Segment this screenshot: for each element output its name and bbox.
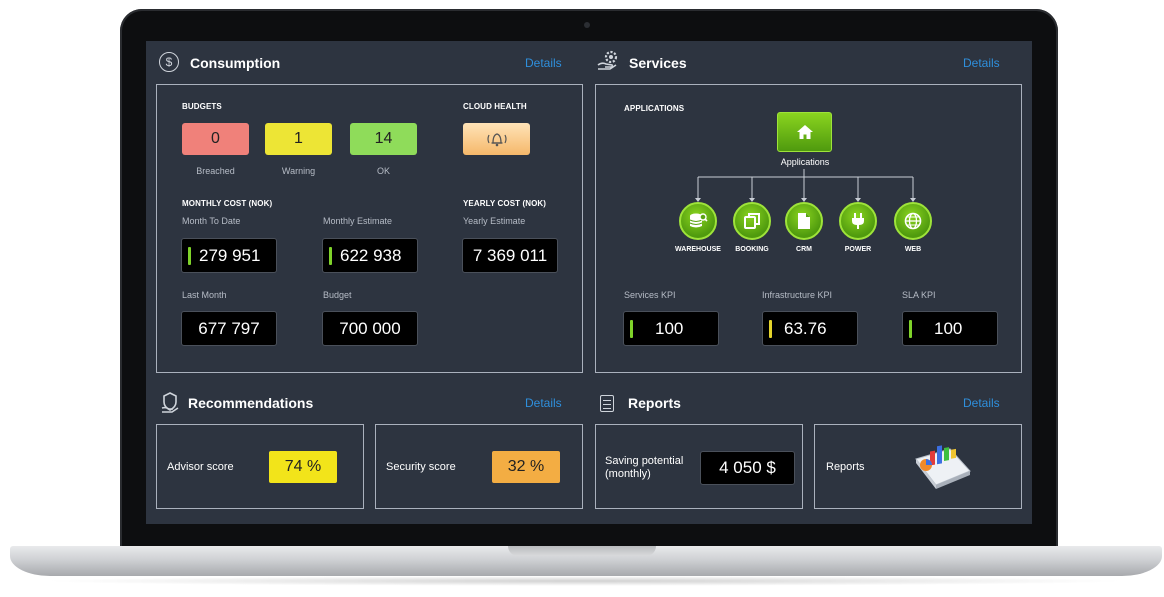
monthly-estimate-indicator — [329, 246, 332, 265]
recommendations-title: Recommendations — [188, 395, 314, 411]
report-chart-icon — [910, 441, 974, 491]
month-to-date-label: Month To Date — [182, 216, 241, 226]
yearly-cost-label: YEARLY COST (NOK) — [463, 199, 547, 208]
monthly-cost-label: MONTHLY COST (NOK) — [182, 199, 273, 208]
globe-icon — [904, 212, 922, 230]
month-to-date-value: 279 951 — [199, 245, 261, 265]
budget-value: 700 000 — [339, 318, 401, 338]
budget-ok-box[interactable]: 14 — [350, 123, 417, 155]
node-warehouse[interactable] — [679, 202, 717, 240]
reports-details-link[interactable]: Details — [963, 396, 1000, 410]
advisor-score-label: Advisor score — [167, 461, 234, 473]
node-booking-label: BOOKING — [735, 246, 769, 253]
saving-potential-value: 4 050 $ — [719, 458, 776, 477]
saving-potential-box: 4 050 $ — [700, 451, 795, 485]
budget-warning-value: 1 — [294, 130, 303, 147]
services-kpi-label: Services KPI — [624, 290, 676, 300]
monthly-estimate-value: 622 938 — [340, 245, 402, 265]
sla-kpi-value: 100 — [934, 318, 963, 338]
budget-ok-label: OK — [376, 166, 390, 176]
node-booking[interactable] — [733, 202, 771, 240]
node-web[interactable] — [894, 202, 932, 240]
services-kpi-value: 100 — [655, 318, 684, 338]
recommendations-icon — [160, 392, 180, 414]
budget-breached-value: 0 — [211, 130, 220, 147]
services-details-link[interactable]: Details — [963, 56, 1000, 70]
budget-ok-value: 14 — [374, 130, 393, 147]
camera-dot — [584, 22, 590, 28]
budget-label: Budget — [323, 290, 352, 300]
infrastructure-kpi-label: Infrastructure KPI — [762, 290, 833, 300]
month-to-date-indicator — [188, 246, 191, 265]
budget-breached-label: Breached — [196, 166, 235, 176]
node-power-label: POWER — [844, 246, 872, 253]
infrastructure-kpi-box[interactable]: 63.76 — [762, 311, 858, 346]
node-warehouse-label: WAREHOUSE — [675, 246, 721, 253]
document-icon — [798, 213, 810, 229]
reports-title: Reports — [628, 395, 681, 411]
database-search-icon — [689, 213, 708, 228]
services-panel: APPLICATIONS Applications WAREHOUSE BOOK… — [595, 84, 1022, 373]
month-to-date-box[interactable]: 279 951 — [181, 238, 277, 273]
budget-breached-box[interactable]: 0 — [182, 123, 249, 155]
budget-warning-label: Warning — [281, 166, 316, 176]
infrastructure-kpi-indicator — [769, 319, 772, 338]
yearly-estimate-label: Yearly Estimate — [463, 216, 526, 226]
last-month-box[interactable]: 677 797 — [181, 311, 277, 346]
reports-label: Reports — [826, 461, 865, 473]
last-month-label: Last Month — [182, 290, 227, 300]
yearly-estimate-box[interactable]: 7 369 011 — [462, 238, 558, 273]
services-gear-icon — [596, 50, 620, 72]
last-month-value: 677 797 — [198, 318, 260, 338]
sla-kpi-label: SLA KPI — [902, 290, 936, 300]
alarm-bell-icon — [486, 133, 507, 147]
infrastructure-kpi-value: 63.76 — [784, 318, 827, 338]
sla-kpi-indicator — [909, 319, 912, 338]
budget-warning-box[interactable]: 1 — [265, 123, 332, 155]
recommendations-details-link[interactable]: Details — [525, 396, 562, 410]
security-score-label: Security score — [386, 461, 456, 473]
advisor-score-panel[interactable]: Advisor score 74 % — [156, 424, 364, 509]
saving-potential-panel[interactable]: Saving potential (monthly) 4 050 $ — [595, 424, 803, 509]
cloud-health-box[interactable] — [463, 123, 530, 155]
node-web-label: WEB — [904, 246, 922, 253]
services-kpi-box[interactable]: 100 — [623, 311, 719, 346]
security-score-value: 32 % — [507, 458, 545, 475]
dollar-icon: $ — [159, 52, 179, 72]
security-score-panel[interactable]: Security score 32 % — [375, 424, 583, 509]
dashboard-screen: $ Consumption Details BUDGETS 0 Breached… — [146, 41, 1032, 524]
saving-potential-label: Saving potential (monthly) — [605, 455, 684, 480]
security-score-box: 32 % — [492, 451, 560, 483]
laptop-base-notch — [508, 546, 656, 556]
node-crm-label: CRM — [796, 246, 812, 253]
services-title: Services — [629, 55, 687, 71]
advisor-score-box: 74 % — [269, 451, 337, 483]
budgets-label: BUDGETS — [182, 102, 222, 111]
copy-icon — [744, 213, 760, 229]
consumption-details-link[interactable]: Details — [525, 56, 562, 70]
monthly-estimate-box[interactable]: 622 938 — [322, 238, 418, 273]
consumption-title: Consumption — [190, 55, 281, 71]
report-document-icon — [600, 395, 614, 412]
plug-icon — [852, 213, 864, 229]
budget-box[interactable]: 700 000 — [322, 311, 418, 346]
yearly-estimate-value: 7 369 011 — [472, 245, 548, 265]
sla-kpi-box[interactable]: 100 — [902, 311, 998, 346]
services-kpi-indicator — [630, 319, 633, 338]
reports-panel[interactable]: Reports — [814, 424, 1022, 509]
monthly-estimate-label: Monthly Estimate — [323, 216, 393, 226]
node-power[interactable] — [839, 202, 877, 240]
node-crm[interactable] — [785, 202, 823, 240]
consumption-panel: BUDGETS 0 Breached 1 Warning 14 OK CLOUD… — [156, 84, 583, 373]
advisor-score-value: 74 % — [284, 458, 322, 475]
cloud-health-label: CLOUD HEALTH — [463, 102, 527, 111]
laptop-shadow — [40, 576, 1130, 586]
